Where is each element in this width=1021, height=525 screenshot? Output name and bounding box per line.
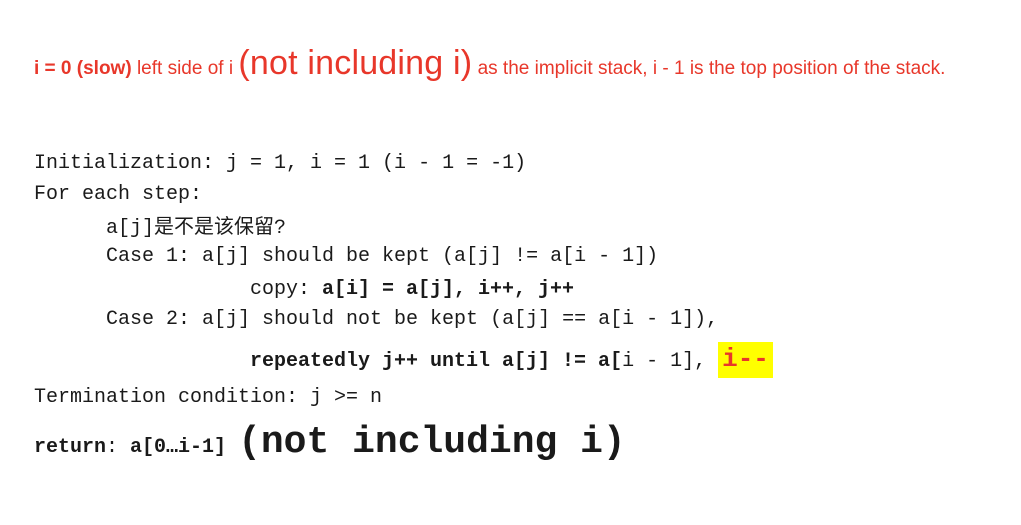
header-not-including: (not including i)	[238, 44, 473, 82]
repeat-plain: i - 1	[622, 350, 683, 373]
decrement-highlight: i--	[718, 342, 773, 378]
question-line: a[j]是不是该保留?	[106, 213, 286, 242]
question-cjk: 是不是该保留	[154, 214, 275, 238]
header-left-side: left side of i	[131, 58, 239, 79]
termination-line: Termination condition: j >= n	[34, 386, 383, 409]
header-slow-label: i = 0 (slow)	[34, 58, 132, 79]
slide: i = 0 (slow) left side of i (not includi…	[0, 0, 1021, 525]
question-mark: ?	[274, 217, 287, 240]
for-each-line: For each step:	[34, 183, 203, 206]
question-code: a[j]	[106, 217, 155, 240]
copy-label: copy:	[250, 278, 323, 301]
return-colon: :	[106, 436, 131, 459]
return-line: return: a[0…i-1] (not including i)	[34, 420, 626, 471]
copy-code: a[i] = a[j], i++, j++	[322, 278, 575, 301]
repeat-bold: repeatedly j++ until a[j] != a[	[250, 350, 623, 373]
case1-line: Case 1: a[j] should be kept (a[j] != a[i…	[106, 245, 659, 268]
return-note: (not including i)	[238, 421, 626, 464]
init-line: Initialization: j = 1, i = 1 (i - 1 = -1…	[34, 152, 527, 175]
repeat-end: ],	[682, 350, 719, 373]
return-label: return	[34, 436, 107, 459]
copy-line: copy: a[i] = a[j], i++, j++	[250, 277, 574, 303]
return-value: a[0…i-1]	[130, 436, 227, 459]
case2-line: Case 2: a[j] should not be kept (a[j] ==…	[106, 308, 719, 331]
repeat-line: repeatedly j++ until a[j] != a[i - 1], i…	[250, 342, 773, 378]
header-stack-desc: as the implicit stack, i - 1 is the top …	[472, 58, 946, 79]
header-text: i = 0 (slow) left side of i (not includi…	[34, 46, 994, 84]
